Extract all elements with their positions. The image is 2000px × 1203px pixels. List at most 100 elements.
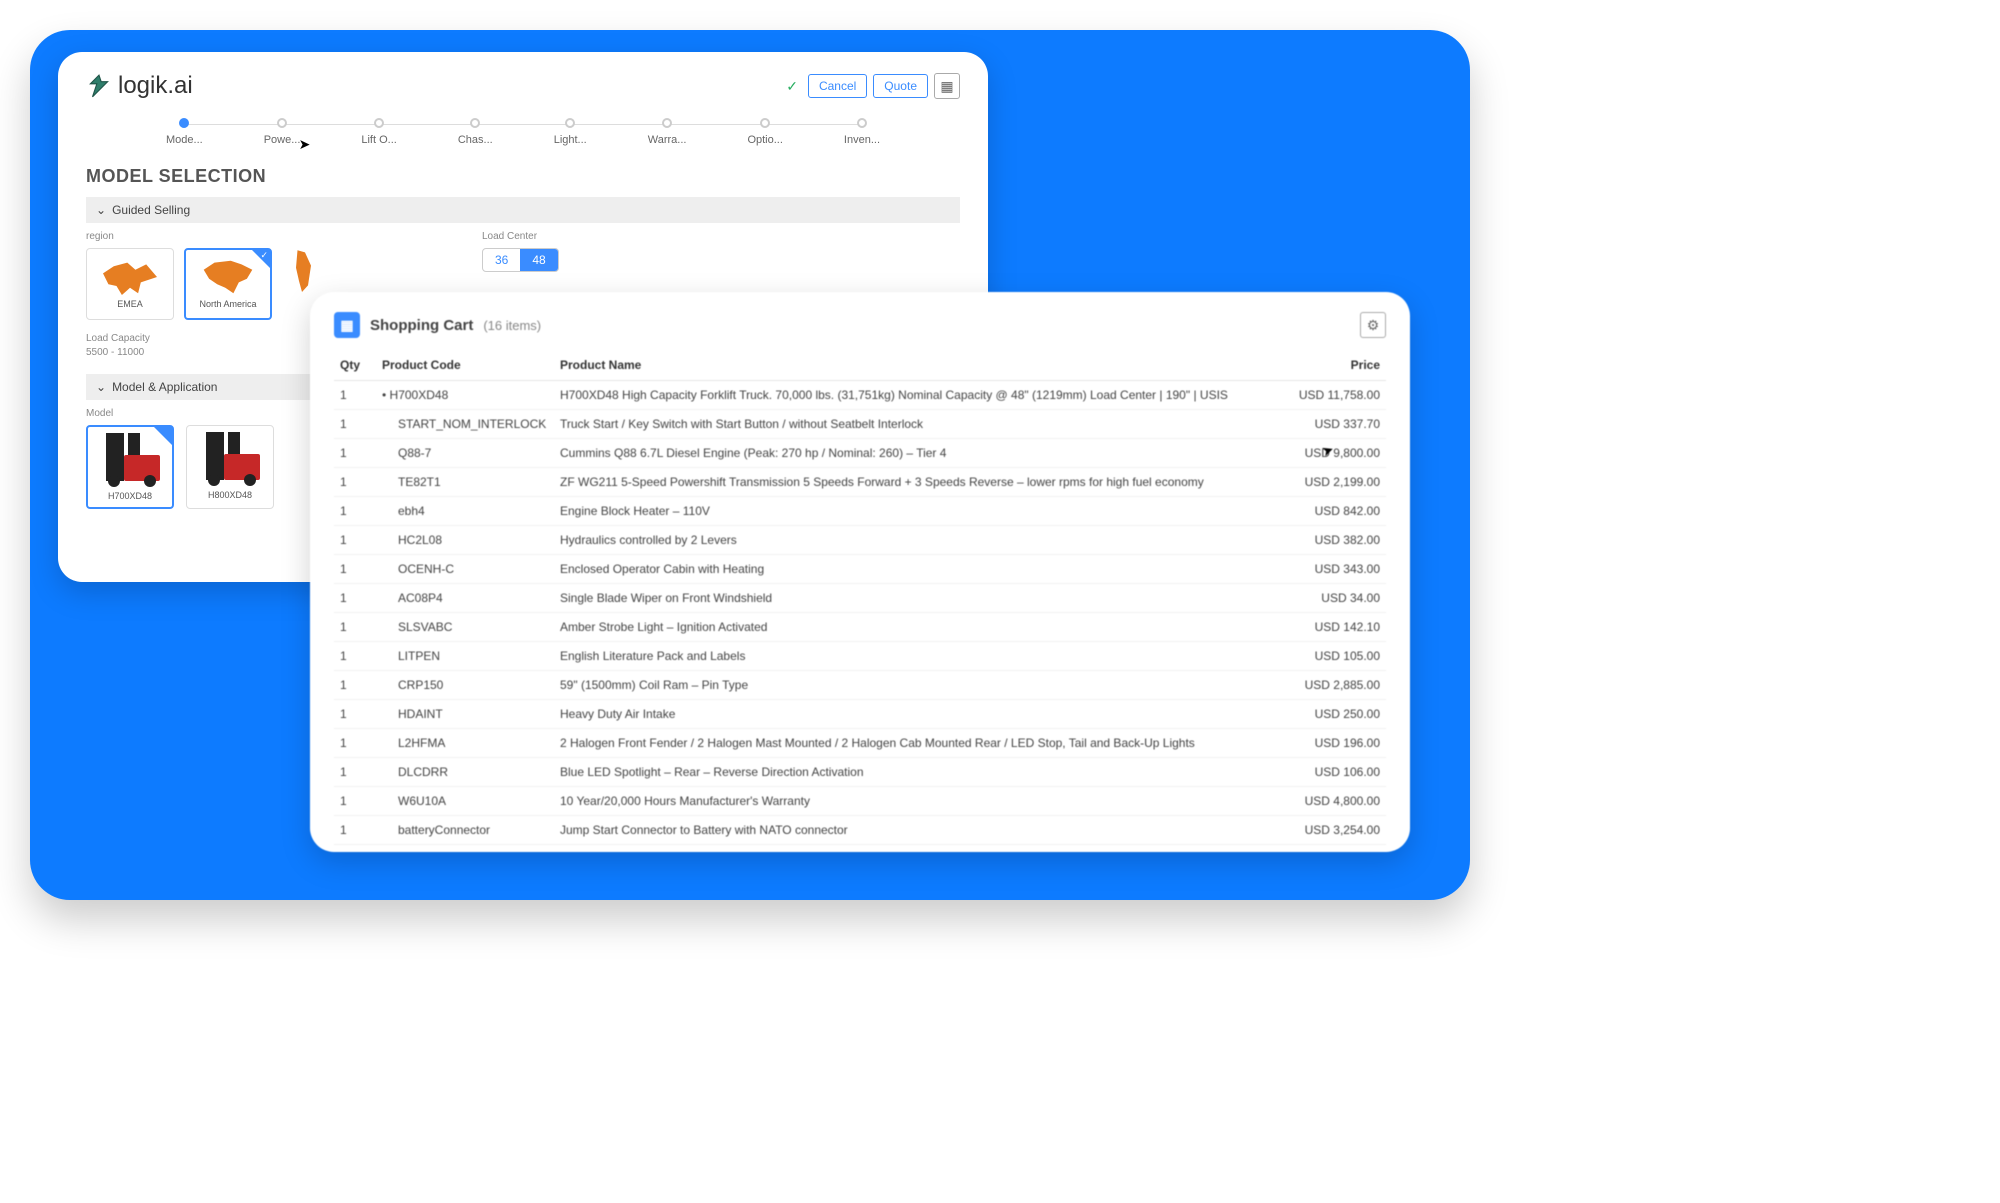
step-power[interactable]: Powe... ➤ [264, 118, 301, 146]
table-row[interactable]: 1START_NOM_INTERLOCKTruck Start / Key Sw… [334, 410, 1386, 439]
cell-code: batteryConnector [374, 816, 554, 845]
table-row[interactable]: 1Q88-7Cummins Q88 6.7L Diesel Engine (Pe… [334, 439, 1386, 468]
table-row[interactable]: 1AC08P4Single Blade Wiper on Front Winds… [334, 584, 1386, 613]
cart-title: Shopping Cart [370, 317, 473, 334]
step-warranty[interactable]: Warra... [648, 118, 687, 146]
cell-qty: 1 [334, 758, 374, 787]
cell-price: USD 343.00 [1285, 555, 1386, 584]
cart-item-count: (16 items) [483, 318, 541, 333]
table-row[interactable]: 1batteryConnectorJump Start Connector to… [334, 816, 1386, 845]
col-qty: Qty [334, 350, 374, 381]
load-center-selector: 36 48 [482, 248, 559, 272]
step-lift[interactable]: Lift O... [361, 118, 396, 146]
cell-code: W6U10A [374, 787, 554, 816]
cell-qty: 1 [334, 642, 374, 671]
region-option-emea[interactable]: EMEA [86, 248, 174, 320]
table-row[interactable]: 1HDAINTHeavy Duty Air IntakeUSD 250.00 [334, 700, 1386, 729]
cell-price: USD 11,758.00 [1285, 381, 1386, 410]
load-center-option-36[interactable]: 36 [483, 249, 520, 271]
cursor-icon: ➤ [299, 136, 311, 153]
cell-name: Amber Strobe Light – Ignition Activated [554, 613, 1285, 642]
cell-name: Cummins Q88 6.7L Diesel Engine (Peak: 27… [554, 439, 1285, 468]
map-emea-icon [103, 259, 157, 295]
table-row[interactable]: 1HC2L08Hydraulics controlled by 2 Levers… [334, 526, 1386, 555]
brand-name: logik.ai [118, 72, 193, 100]
cell-name: 10 Year/20,000 Hours Manufacturer's Warr… [554, 787, 1285, 816]
table-row[interactable]: 1TE82T1ZF WG211 5-Speed Powershift Trans… [334, 468, 1386, 497]
cell-code: LITPEN [374, 642, 554, 671]
cell-code: L2HFMA [374, 729, 554, 758]
cart-total-label: Total: [334, 845, 1285, 853]
cart-settings-button[interactable]: ⚙ [1360, 312, 1386, 338]
chevron-down-icon: ⌄ [96, 380, 106, 394]
cell-price: USD 382.00 [1285, 526, 1386, 555]
table-row[interactable]: 1L2HFMA2 Halogen Front Fender / 2 Haloge… [334, 729, 1386, 758]
cell-code: CRP150 [374, 671, 554, 700]
cell-qty: 1 [334, 584, 374, 613]
shopping-cart-panel: ▦ Shopping Cart (16 items) ⚙ Qty Product… [310, 292, 1410, 852]
cell-qty: 1 [334, 439, 374, 468]
guided-selling-header[interactable]: ⌄ Guided Selling [86, 197, 960, 223]
table-row[interactable]: 1LITPENEnglish Literature Pack and Label… [334, 642, 1386, 671]
cancel-button[interactable]: Cancel [808, 74, 867, 98]
layout-toggle-button[interactable]: ▦ [934, 73, 960, 99]
cell-price: USD 4,800.00 [1285, 787, 1386, 816]
col-code: Product Code [374, 350, 554, 381]
cell-name: Blue LED Spotlight – Rear – Reverse Dire… [554, 758, 1285, 787]
cell-name: Engine Block Heater – 110V [554, 497, 1285, 526]
page-title: MODEL SELECTION [86, 166, 960, 187]
region-option-north-america[interactable]: North America [184, 248, 272, 320]
step-inventory[interactable]: Inven... [844, 118, 880, 146]
logo-icon [86, 73, 112, 99]
cell-name: Truck Start / Key Switch with Start Butt… [554, 410, 1285, 439]
cell-qty: 1 [334, 555, 374, 584]
table-row[interactable]: 1CRP15059" (1500mm) Coil Ram – Pin TypeU… [334, 671, 1386, 700]
cell-price: USD 2,885.00 [1285, 671, 1386, 700]
model-option-h700xd48[interactable]: H700XD48 [86, 425, 174, 509]
validation-check-icon: ✓ [786, 78, 798, 95]
cell-qty: 1 [334, 410, 374, 439]
cell-code: • H700XD48 [374, 381, 554, 410]
table-row[interactable]: 1OCENH-CEnclosed Operator Cabin with Hea… [334, 555, 1386, 584]
cell-name: Heavy Duty Air Intake [554, 700, 1285, 729]
table-row[interactable]: 1SLSVABCAmber Strobe Light – Ignition Ac… [334, 613, 1386, 642]
cell-code: ebh4 [374, 497, 554, 526]
cell-name: Enclosed Operator Cabin with Heating [554, 555, 1285, 584]
cell-code: TE82T1 [374, 468, 554, 497]
map-na-icon [201, 259, 255, 295]
step-options[interactable]: Optio... [747, 118, 782, 146]
cell-price: USD 34.00 [1285, 584, 1386, 613]
cell-price: USD 3,254.00 [1285, 816, 1386, 845]
table-row[interactable]: 1DLCDRRBlue LED Spotlight – Rear – Rever… [334, 758, 1386, 787]
cell-name: 59" (1500mm) Coil Ram – Pin Type [554, 671, 1285, 700]
step-chassis[interactable]: Chas... [458, 118, 493, 146]
cell-qty: 1 [334, 671, 374, 700]
step-model[interactable]: Mode... [166, 118, 203, 146]
forklift-icon [100, 433, 160, 487]
cell-qty: 1 [334, 468, 374, 497]
cell-code: Q88-7 [374, 439, 554, 468]
cell-code: AC08P4 [374, 584, 554, 613]
table-row[interactable]: 1• H700XD48H700XD48 High Capacity Forkli… [334, 381, 1386, 410]
cell-price: USD 105.00 [1285, 642, 1386, 671]
table-row[interactable]: 1ebh4Engine Block Heater – 110VUSD 842.0… [334, 497, 1386, 526]
cell-price: USD 196.00 [1285, 729, 1386, 758]
cell-code: DLCDRR [374, 758, 554, 787]
cell-qty: 1 [334, 787, 374, 816]
cell-name: ZF WG211 5-Speed Powershift Transmission… [554, 468, 1285, 497]
table-row[interactable]: 1W6U10A10 Year/20,000 Hours Manufacturer… [334, 787, 1386, 816]
model-option-h800xd48[interactable]: H800XD48 [186, 425, 274, 509]
cell-code: START_NOM_INTERLOCK [374, 410, 554, 439]
brand-logo: logik.ai [86, 72, 193, 100]
layout-icon: ▦ [940, 78, 953, 95]
cell-name: Single Blade Wiper on Front Windshield [554, 584, 1285, 613]
load-center-option-48[interactable]: 48 [520, 249, 557, 271]
cell-qty: 1 [334, 816, 374, 845]
cell-price: USD 842.00 [1285, 497, 1386, 526]
cell-qty: 1 [334, 381, 374, 410]
cell-price: USD 142.10 [1285, 613, 1386, 642]
cart-table: Qty Product Code Product Name Price 1• H… [334, 350, 1386, 852]
quote-button[interactable]: Quote [873, 74, 928, 98]
gear-icon: ⚙ [1367, 317, 1380, 334]
step-lights[interactable]: Light... [554, 118, 587, 146]
